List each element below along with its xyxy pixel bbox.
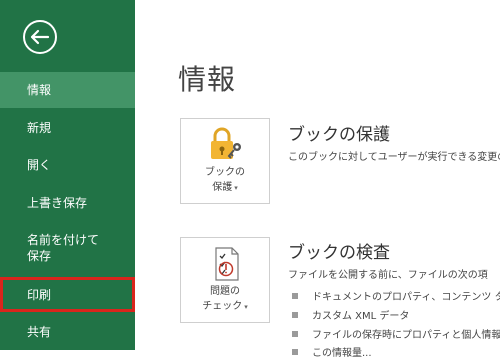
tile-label-line1: ブックの <box>205 167 245 178</box>
list-item: この情報量... <box>288 344 372 359</box>
document-inspect-icon <box>215 247 239 281</box>
sidebar-item-label: 情報 <box>27 83 52 97</box>
backstage-sidebar: 情報 新規 開く 上書き保存 名前を付けて 保存 印刷 共有 <box>0 0 135 350</box>
back-arrow-icon[interactable] <box>22 19 58 55</box>
sidebar-item-save[interactable]: 上書き保存 <box>0 186 135 220</box>
inspect-description: ファイルを公開する前に、ファイルの次の項 <box>288 270 488 281</box>
tile-label-line1: 問題の <box>210 286 240 297</box>
bullet-icon <box>292 330 298 337</box>
sidebar-item-share[interactable]: 共有 <box>0 316 135 348</box>
bullet-icon <box>292 292 298 299</box>
sidebar-item-label: 印刷 <box>27 287 52 302</box>
page-title: 情報 <box>178 63 237 96</box>
bullet-icon <box>292 311 298 318</box>
sidebar-item-save-as[interactable]: 名前を付けて 保存 <box>0 228 135 268</box>
backstage-main: 情報 ブックの 保護 ▾ ブックの保護 このブックに対してユーザーが実行できる変更… <box>135 0 500 359</box>
sidebar-item-open[interactable]: 開く <box>0 148 135 182</box>
protect-heading: ブックの保護 <box>288 125 390 145</box>
sidebar-item-new[interactable]: 新規 <box>0 111 135 145</box>
dropdown-caret-icon: ▾ <box>244 303 248 311</box>
protect-workbook-button[interactable]: ブックの 保護 ▾ <box>180 118 270 204</box>
dropdown-caret-icon: ▾ <box>234 184 238 192</box>
inspect-heading: ブックの検査 <box>288 243 390 263</box>
list-item: ドキュメントのプロパティ、コンテンツ タイプ <box>288 288 500 303</box>
protect-description: このブックに対してユーザーが実行できる変更の <box>288 152 500 163</box>
list-item: ファイルの保存時にプロパティと個人情報 <box>288 326 500 341</box>
sidebar-item-label: 上書き保存 <box>27 196 88 210</box>
sidebar-item-label: 共有 <box>27 325 52 339</box>
tile-label-line2: チェック <box>202 301 243 312</box>
sidebar-item-label: 開く <box>27 158 52 172</box>
list-item: カスタム XML データ <box>288 307 409 322</box>
sidebar-item-print[interactable]: 印刷 <box>0 277 135 312</box>
check-for-issues-button[interactable]: 問題の チェック ▾ <box>180 237 270 323</box>
sidebar-item-label: 名前を付けて 保存 <box>27 233 100 263</box>
bullet-icon <box>292 348 298 355</box>
tile-label-line2: 保護 <box>212 182 233 193</box>
lock-key-icon <box>211 127 241 159</box>
sidebar-item-info[interactable]: 情報 <box>0 72 135 108</box>
sidebar-item-label: 新規 <box>27 121 52 135</box>
